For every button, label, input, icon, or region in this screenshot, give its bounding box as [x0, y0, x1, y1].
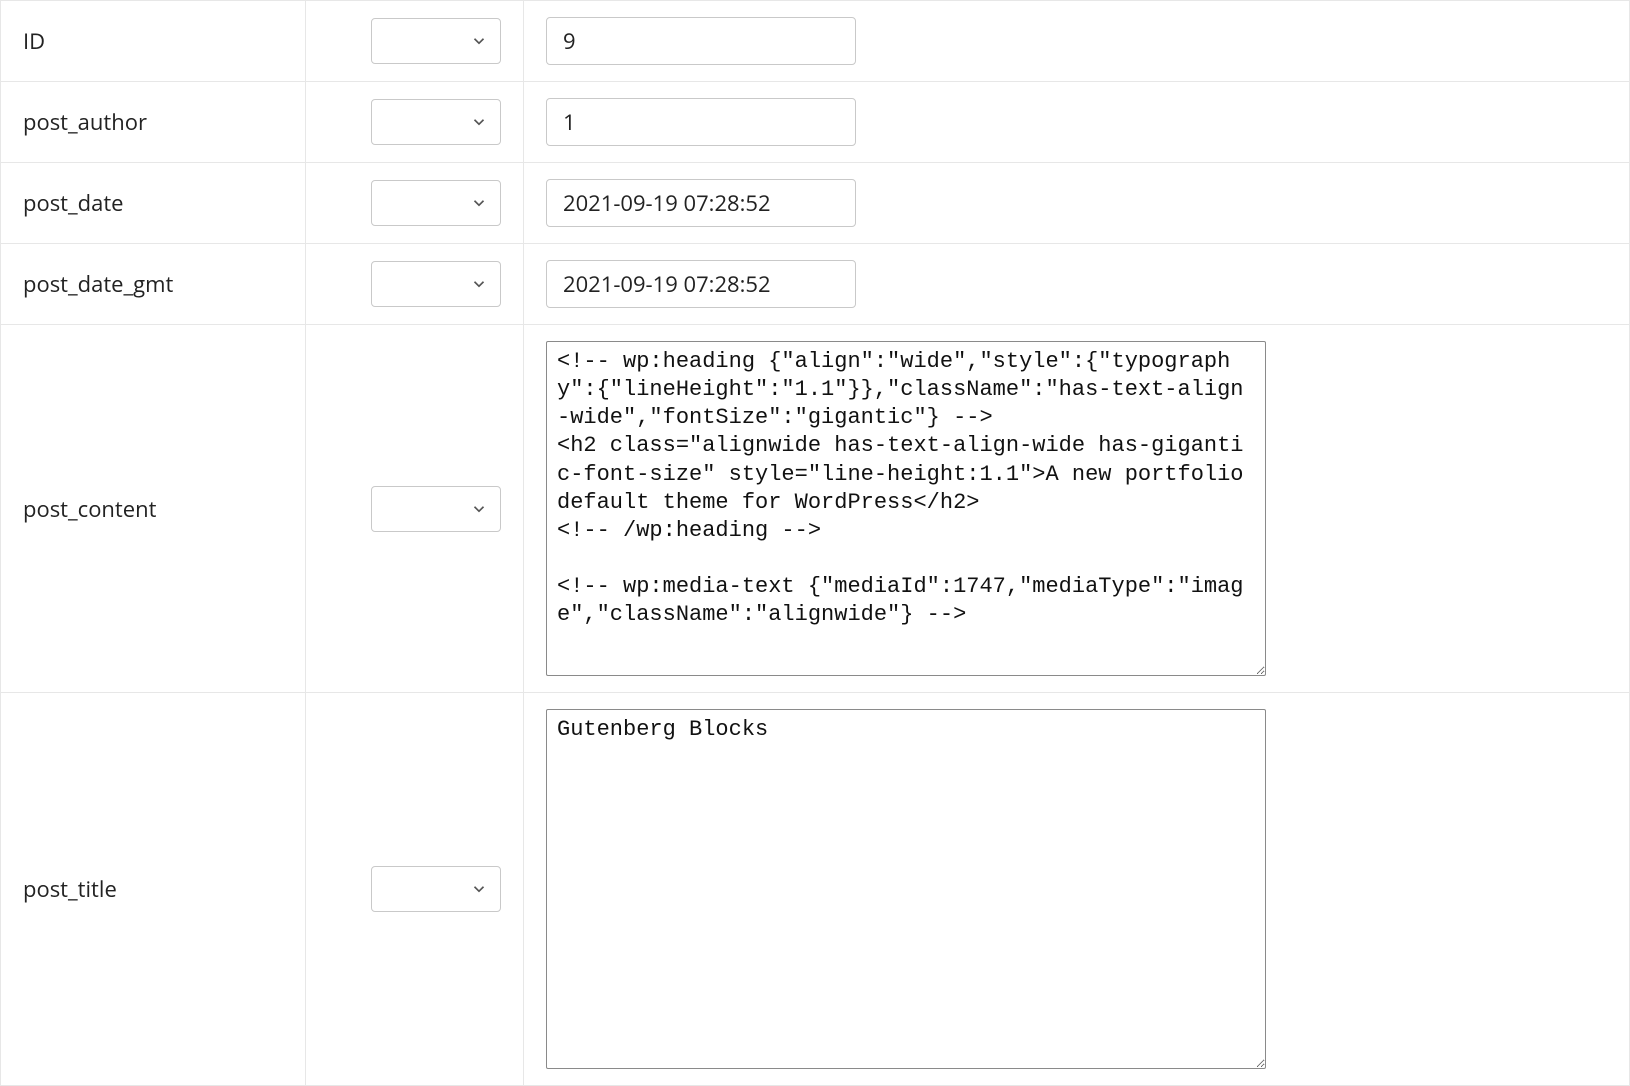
function-select-post-title[interactable] [371, 866, 501, 912]
function-cell-post-author [306, 82, 524, 162]
chevron-down-icon [470, 194, 488, 212]
field-label-post-date: post_date [1, 163, 306, 243]
field-label-post-content: post_content [1, 325, 306, 692]
value-input-post-date[interactable] [546, 179, 856, 227]
value-input-post-author[interactable] [546, 98, 856, 146]
function-select-post-content[interactable] [371, 486, 501, 532]
chevron-down-icon [470, 275, 488, 293]
field-label-post-author: post_author [1, 82, 306, 162]
row-post-content: post_content [1, 325, 1629, 693]
function-cell-post-title [306, 693, 524, 1085]
row-post-date: post_date [1, 163, 1629, 244]
chevron-down-icon [470, 500, 488, 518]
function-cell-post-date-gmt [306, 244, 524, 324]
value-cell-post-date [524, 163, 1629, 243]
value-cell-post-content [524, 325, 1629, 692]
function-select-post-date-gmt[interactable] [371, 261, 501, 307]
row-post-author: post_author [1, 82, 1629, 163]
value-cell-post-date-gmt [524, 244, 1629, 324]
field-editor-table: ID post_author post_date [0, 0, 1630, 1086]
field-label-id: ID [1, 1, 306, 81]
row-post-date-gmt: post_date_gmt [1, 244, 1629, 325]
function-select-post-author[interactable] [371, 99, 501, 145]
function-cell-post-date [306, 163, 524, 243]
value-input-post-date-gmt[interactable] [546, 260, 856, 308]
field-label-post-title: post_title [1, 693, 306, 1085]
value-textarea-post-content[interactable] [546, 341, 1266, 676]
value-textarea-post-title[interactable] [546, 709, 1266, 1069]
value-cell-post-author [524, 82, 1629, 162]
value-input-id[interactable] [546, 17, 856, 65]
value-cell-post-title [524, 693, 1629, 1085]
field-label-post-date-gmt: post_date_gmt [1, 244, 306, 324]
chevron-down-icon [470, 113, 488, 131]
chevron-down-icon [470, 880, 488, 898]
function-select-id[interactable] [371, 18, 501, 64]
row-post-title: post_title [1, 693, 1629, 1086]
value-cell-id [524, 1, 1629, 81]
chevron-down-icon [470, 32, 488, 50]
row-id: ID [1, 1, 1629, 82]
function-cell-post-content [306, 325, 524, 692]
function-cell-id [306, 1, 524, 81]
function-select-post-date[interactable] [371, 180, 501, 226]
